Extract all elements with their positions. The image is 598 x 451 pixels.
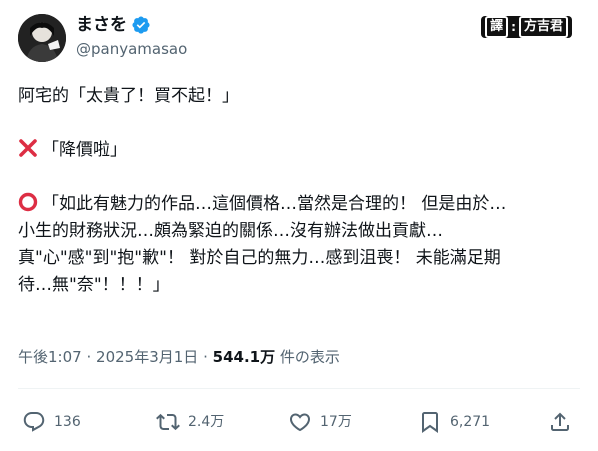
share-icon [551, 412, 569, 431]
tweet-line-cross: 「降價啦」 [18, 137, 583, 164]
cross-mark-icon [18, 138, 38, 158]
avatar[interactable] [18, 14, 66, 62]
action-bar: 136 2.4万 17万 6,271 [18, 404, 580, 440]
translator-badge-name: 方吉君 [518, 16, 568, 38]
tweet-line: 阿宅的「太貴了！買不起！」 [18, 86, 239, 106]
retweet-icon [156, 413, 180, 431]
views-label: 件の表示 [279, 348, 340, 366]
author-names: まさを @panyamasao [76, 14, 187, 59]
bookmark-icon [422, 412, 438, 433]
translator-badge-separator: : [511, 20, 516, 34]
translator-badge-label: 譯 [485, 16, 509, 38]
tweet-date[interactable]: 2025年3月1日 [96, 348, 198, 366]
reply-button[interactable]: 136 [22, 404, 81, 440]
retweet-count: 2.4万 [188, 414, 225, 430]
verified-badge-icon [131, 15, 151, 35]
reply-count: 136 [54, 414, 81, 430]
tweet-line-text: 「如此有魅力的作品…這個價格…當然是合理的！ 但是由於… [42, 194, 507, 214]
tweet-line: 小生的財務狀況…頗為緊迫的關係…沒有辦法做出貢獻… [18, 221, 443, 241]
translator-badge: 譯 : 方吉君 [481, 16, 572, 38]
bookmark-button[interactable]: 6,271 [418, 404, 490, 440]
meta-dot: · [86, 348, 92, 366]
retweet-button[interactable]: 2.4万 [156, 404, 224, 440]
like-button[interactable]: 17万 [288, 404, 352, 440]
author-handle[interactable]: @panyamasao [76, 39, 187, 59]
bookmark-count: 6,271 [450, 414, 491, 430]
tweet-line-text: 「降價啦」 [42, 140, 127, 160]
tweet-meta: 午後1:07 · 2025年3月1日 · 544.1万 件の表示 [18, 346, 340, 368]
tweet-time[interactable]: 午後1:07 [18, 348, 82, 366]
meta-dot: · [203, 348, 208, 366]
tweet-card: まさを @panyamasao 譯 : 方吉君 阿宅的「太貴了！買不起！」 「降… [0, 0, 598, 451]
share-button[interactable] [548, 404, 572, 440]
views-count: 544.1万 [212, 348, 276, 366]
author-display-name[interactable]: まさを [76, 14, 127, 36]
heart-icon [289, 413, 311, 432]
divider [18, 388, 580, 389]
tweet-line: 待…無"奈"！！！」 [18, 275, 170, 295]
avatar-image [18, 14, 66, 62]
hollow-red-circle-icon [18, 192, 38, 212]
reply-icon [23, 412, 45, 432]
tweet-header: まさを @panyamasao 譯 : 方吉君 [18, 10, 580, 64]
tweet-line-circle: 「如此有魅力的作品…這個價格…當然是合理的！ 但是由於… [18, 191, 583, 218]
like-count: 17万 [320, 414, 352, 430]
tweet-line: 真"心"感"到"抱"歉"！ 對於自己的無力…感到沮喪！ 未能滿足期 [18, 248, 501, 268]
tweet-text: 阿宅的「太貴了！買不起！」 「降價啦」 「如此有魅力的作品…這個價格…當然是合理… [18, 83, 583, 299]
